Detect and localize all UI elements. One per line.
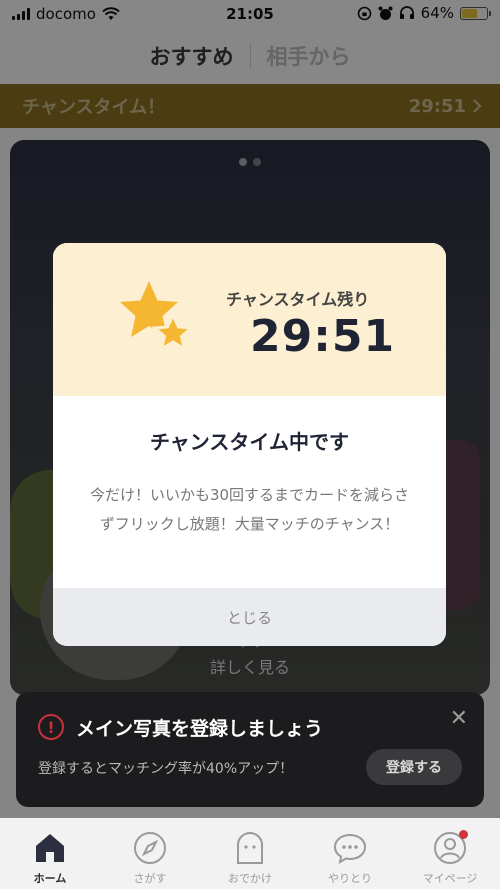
remaining-timer: 29:51	[250, 311, 396, 362]
nav-label: マイページ	[422, 872, 478, 885]
nav-label: おでかけ	[228, 872, 272, 885]
nav-item-home[interactable]: ホーム	[0, 818, 100, 889]
bottom-nav: ホーム さがす おでかけ やりとり マイページ	[0, 818, 500, 889]
chance-time-modal: チャンスタイム残り 29:51 チャンスタイム中です 今だけ！いいかも30回する…	[53, 243, 446, 646]
modal-description: 今だけ！いいかも30回するまでカードを減らさずフリックし放題！大量マッチのチャン…	[89, 486, 410, 533]
chat-icon	[332, 830, 368, 866]
stars-icon	[120, 281, 195, 353]
toast-subtitle: 登録するとマッチング率が40%アップ！	[38, 761, 294, 777]
nav-item-mypage[interactable]: マイページ	[400, 818, 500, 889]
home-icon	[32, 830, 68, 866]
nav-item-messages[interactable]: やりとり	[300, 818, 400, 889]
modal-header: チャンスタイム残り 29:51	[53, 243, 446, 396]
modal-title: チャンスタイム中です	[150, 430, 349, 454]
close-button[interactable]: とじる	[53, 588, 446, 646]
nav-item-outing[interactable]: おでかけ	[200, 818, 300, 889]
toast-title: メイン写真を登録しましょう	[76, 718, 324, 740]
nav-item-search[interactable]: さがす	[100, 818, 200, 889]
nav-label: ホーム	[33, 872, 67, 885]
remaining-label: チャンスタイム残り	[226, 290, 370, 309]
register-button[interactable]: 登録する	[366, 749, 462, 785]
close-icon[interactable]: ✕	[450, 706, 468, 731]
warning-icon: !	[38, 714, 64, 740]
compass-icon	[132, 830, 168, 866]
nav-label: さがす	[133, 872, 167, 885]
ghost-icon	[232, 830, 268, 866]
photo-register-toast: ! メイン写真を登録しましょう ✕ 登録するとマッチング率が40%アップ！ 登録…	[16, 692, 484, 807]
notification-badge	[459, 830, 468, 839]
nav-label: やりとり	[328, 872, 372, 885]
